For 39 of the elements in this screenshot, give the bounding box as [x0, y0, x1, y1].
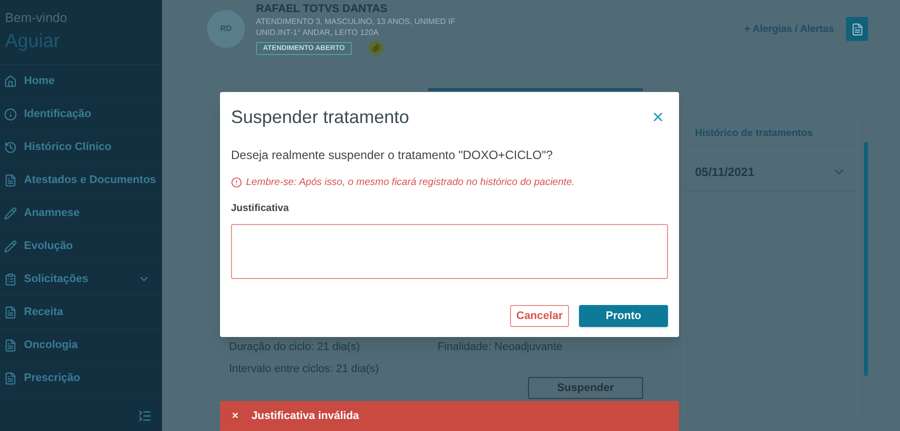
dialog-question: Deseja realmente suspender o tratamento "DOXO+CICLO"? — [231, 147, 554, 164]
warning-text: Lembre-se: Após isso, o mesmo ficará registrado no histórico do paciente. — [246, 176, 575, 190]
document-icon — [4, 306, 17, 318]
attachment-badge-icon — [368, 41, 383, 55]
info-icon — [4, 108, 17, 120]
suspend-button[interactable]: Suspender — [528, 377, 643, 399]
close-icon[interactable] — [651, 110, 665, 124]
menu-item[interactable]: Histórico Clínico — [0, 131, 162, 164]
document-icon — [4, 372, 17, 384]
menu-item[interactable]: Oncologia — [0, 329, 162, 362]
history-icon — [4, 140, 17, 154]
alert-icon — [231, 177, 242, 188]
document-icon — [4, 338, 17, 352]
greeting-text: Bem-vindo — [5, 10, 68, 26]
patient-details: ATENDIMENTO 3, MASCULINO, 13 ANOS, UNIMED IF — [256, 16, 456, 27]
confirm-button[interactable]: Pronto — [579, 305, 668, 327]
document-icon — [4, 174, 17, 186]
pencil-icon — [4, 240, 17, 252]
menu-item[interactable]: Anamnese — [0, 197, 162, 230]
menu-item[interactable]: Prescrição — [0, 362, 162, 395]
menu-item[interactable]: Identificação — [0, 98, 162, 131]
dialog-title: Suspender tratamento — [231, 106, 410, 129]
justification-field[interactable] — [231, 224, 668, 279]
collapse-menu-icon[interactable] — [138, 409, 152, 423]
menu-item[interactable]: Home — [0, 65, 162, 98]
patient-location: UNID.INT-1° ANDAR, LEITO 120A — [256, 27, 380, 38]
field-label: Justificativa — [231, 202, 290, 216]
menu-item[interactable]: Atestados e Documentos — [0, 164, 162, 197]
house-icon — [4, 74, 17, 88]
close-icon[interactable]: × — [232, 408, 238, 424]
cancel-button[interactable]: Cancelar — [510, 305, 569, 327]
document-button[interactable] — [846, 17, 868, 41]
menu-item[interactable]: Solicitações — [0, 263, 162, 296]
menu-item[interactable]: Receita — [0, 296, 162, 329]
menu-item[interactable]: Evolução — [0, 230, 162, 263]
clipboard-icon — [4, 272, 17, 286]
toast-message: Justificativa inválida — [251, 408, 360, 424]
document-icon — [850, 22, 864, 36]
pencil-icon — [4, 206, 17, 220]
